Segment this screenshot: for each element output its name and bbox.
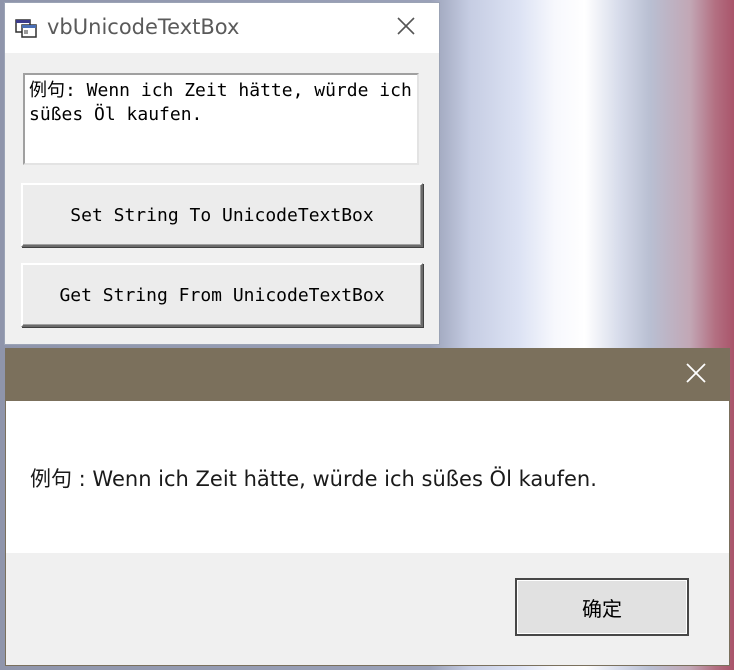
window-close-button[interactable]: [373, 3, 439, 53]
message-box-titlebar[interactable]: [6, 349, 729, 401]
set-string-button[interactable]: Set String To UnicodeTextBox: [21, 183, 423, 247]
get-string-button[interactable]: Get String From UnicodeTextBox: [21, 263, 423, 327]
close-icon: [685, 362, 707, 388]
close-icon: [396, 16, 416, 40]
ok-button[interactable]: 确定: [515, 578, 689, 636]
message-box-dialog: 例句 : Wenn ich Zeit hätte, würde ich süße…: [5, 348, 730, 666]
vb-titlebar[interactable]: vbUnicodeTextBox: [5, 3, 439, 53]
message-text: 例句 : Wenn ich Zeit hätte, würde ich süße…: [30, 467, 597, 491]
window-title: vbUnicodeTextBox: [47, 15, 240, 39]
unicode-textbox[interactable]: 例句: Wenn ich Zeit hätte, würde ich süßes…: [23, 73, 419, 165]
vb-main-window: vbUnicodeTextBox 例句: Wenn ich Zeit hätte…: [4, 2, 440, 345]
message-box-close-button[interactable]: [663, 349, 729, 401]
message-box-content: 例句 : Wenn ich Zeit hätte, würde ich süße…: [6, 401, 729, 553]
vb-form-icon: [15, 18, 37, 38]
